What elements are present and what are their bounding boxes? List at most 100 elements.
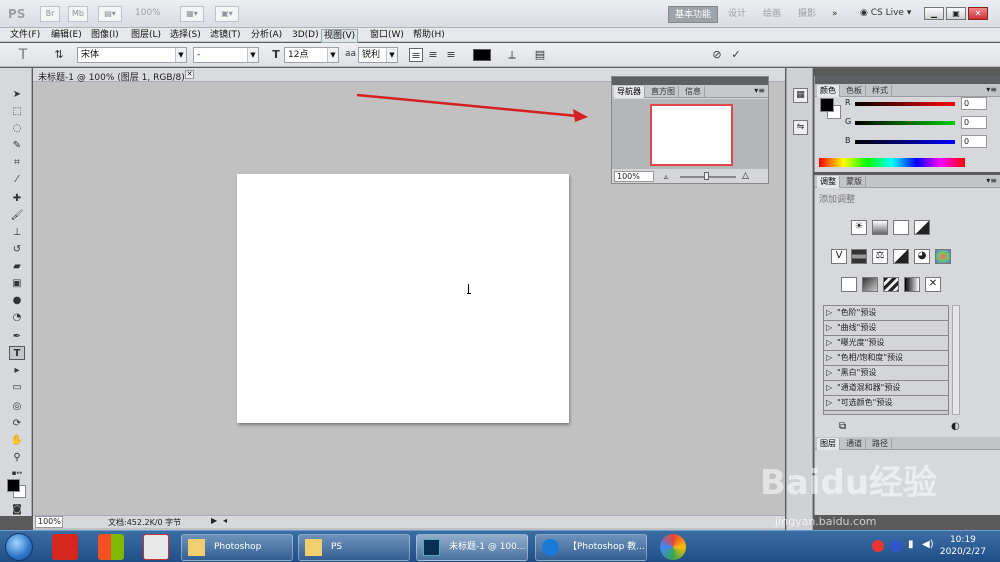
tab-masks[interactable]: 蒙版 [843, 176, 866, 188]
preset-black-white[interactable]: "黑白"预设 [824, 366, 948, 381]
start-button[interactable] [5, 533, 33, 561]
panel-menu-icon[interactable]: ▾≡ [986, 176, 997, 185]
crop-tool-icon[interactable]: ⌗ [9, 156, 25, 170]
view-extras-button[interactable]: ▤▾ [98, 6, 122, 22]
foreground-color-box[interactable] [820, 98, 834, 112]
color-balance-icon[interactable]: ⚖ [872, 249, 888, 264]
navigator-zoom-knob[interactable] [704, 172, 709, 180]
preset-hue-saturation[interactable]: "色相/饱和度"预设 [824, 351, 948, 366]
tab-styles[interactable]: 样式 [869, 85, 892, 97]
menu-analysis[interactable]: 分析(A) [249, 29, 284, 41]
clip-to-layer-icon[interactable]: ⧉ [839, 421, 846, 432]
tab-navigator[interactable]: 导航器 [614, 86, 645, 98]
foreground-color-swatch[interactable] [7, 479, 20, 492]
default-colors-icon[interactable]: ▪↔ [9, 466, 25, 480]
commit-icon[interactable]: ✓ [729, 48, 743, 62]
menu-file[interactable]: 文件(F) [8, 29, 42, 41]
gradient-tool-icon[interactable]: ▣ [9, 277, 25, 291]
vibrance-icon[interactable]: V [831, 249, 847, 264]
text-color-swatch[interactable] [473, 49, 491, 61]
cs-live-button[interactable]: ◉ CS Live ▾ [860, 8, 911, 18]
histogram-panel-icon[interactable]: ⇋ [793, 120, 808, 135]
marquee-tool-icon[interactable]: ⬚ [9, 105, 25, 119]
workspace-painting[interactable]: 绘画 [757, 6, 787, 23]
maximize-button[interactable]: ▣ [946, 7, 966, 20]
preset-levels[interactable]: "色阶"预设 [824, 306, 948, 321]
youdao-icon[interactable] [52, 534, 78, 560]
menu-edit[interactable]: 编辑(E) [49, 29, 84, 41]
green-gradient-bar[interactable] [855, 121, 955, 125]
type-tool-icon[interactable]: T [9, 346, 25, 360]
scroll-left-icon[interactable]: ◂ [223, 516, 227, 525]
screen-mode-button[interactable]: ▣▾ [215, 6, 239, 22]
healing-brush-tool-icon[interactable]: ✚ [9, 192, 25, 206]
eraser-tool-icon[interactable]: ▰ [9, 260, 25, 274]
color-spectrum-ramp[interactable] [819, 158, 965, 167]
taskbar-task-photoshop-app[interactable]: 未标题-1 @ 100... [416, 534, 528, 561]
brightness-icon[interactable]: ☀ [851, 220, 867, 235]
font-family-select[interactable]: 宋体 ▼ [77, 47, 187, 63]
warp-text-icon[interactable]: ⟂ [505, 48, 519, 62]
adjustment-options-icon[interactable]: ◐ [951, 421, 960, 432]
brush-tool-icon[interactable]: 🖌 [9, 209, 25, 223]
blue-gradient-bar[interactable] [855, 140, 955, 144]
threshold-icon[interactable] [883, 277, 899, 292]
panel-header[interactable] [815, 76, 1000, 84]
lasso-tool-icon[interactable]: ◌ [9, 122, 25, 136]
dodge-tool-icon[interactable]: ◔ [9, 311, 25, 325]
shape-tool-icon[interactable]: ▭ [9, 381, 25, 395]
3d-orbit-tool-icon[interactable]: ⟳ [9, 417, 25, 431]
minimize-button[interactable]: ▁ [924, 7, 944, 20]
tab-channels[interactable]: 通道 [843, 438, 866, 450]
red-value-input[interactable]: 0 [961, 97, 987, 110]
anti-alias-select[interactable]: 锐利 ▼ [358, 47, 398, 63]
text-tool-preset-icon[interactable]: T [16, 48, 30, 62]
workspace-design[interactable]: 设计 [722, 6, 752, 23]
invert-icon[interactable] [841, 277, 857, 292]
system-clock[interactable]: 10:19 2020/2/27 [940, 534, 986, 558]
volume-tray-icon[interactable]: ◀) [922, 539, 934, 550]
tab-info[interactable]: 信息 [682, 86, 705, 98]
preset-channel-mixer[interactable]: "通道混和器"预设 [824, 381, 948, 396]
font-style-select[interactable]: - ▼ [193, 47, 259, 63]
align-center-icon[interactable]: ≡ [426, 48, 440, 62]
blue-value-input[interactable]: 0 [961, 135, 987, 148]
arrange-documents-button[interactable]: ▦▾ [180, 6, 204, 22]
preset-exposure[interactable]: "曝光度"预设 [824, 336, 948, 351]
red-gradient-bar[interactable] [855, 102, 955, 106]
align-left-icon[interactable]: ≡ [409, 48, 423, 62]
history-brush-tool-icon[interactable]: ↺ [9, 243, 25, 257]
bridge-button[interactable]: Br [40, 6, 60, 22]
path-select-tool-icon[interactable]: ▸ [9, 364, 25, 378]
levels-icon[interactable] [872, 220, 888, 235]
mini-bridge-button[interactable]: Mb [68, 6, 88, 22]
gradient-map-icon[interactable] [904, 277, 920, 292]
tab-paths[interactable]: 路径 [869, 438, 892, 450]
panel-header[interactable] [612, 77, 768, 85]
menu-3d[interactable]: 3D(D) [290, 29, 321, 41]
panel-menu-icon[interactable]: ▾≡ [754, 86, 765, 95]
network-tray-icon[interactable]: ▮ [908, 539, 914, 550]
menu-filter[interactable]: 滤镜(T) [208, 29, 243, 41]
close-icon[interactable]: ✕ [185, 70, 194, 79]
toggle-orientation-icon[interactable]: ⇅ [52, 48, 66, 62]
curves-icon[interactable] [893, 220, 909, 235]
exposure-icon[interactable] [914, 220, 930, 235]
workspace-more[interactable]: » [826, 6, 844, 23]
eyedropper-tool-icon[interactable]: ⁄ [9, 173, 25, 187]
zoom-level-dropdown[interactable]: 100% [135, 8, 161, 18]
navigator-panel-icon[interactable]: ▦ [793, 88, 808, 103]
menu-window[interactable]: 窗口(W) [368, 29, 406, 41]
move-tool-icon[interactable]: ➤ [9, 88, 25, 102]
quick-select-tool-icon[interactable]: ✎ [9, 139, 25, 153]
navigator-view-box[interactable] [650, 104, 733, 166]
font-size-select[interactable]: 12点 ▼ [284, 47, 339, 63]
pen-tool-icon[interactable]: ✒ [9, 330, 25, 344]
preset-selective-color[interactable]: "可选颜色"预设 [824, 396, 948, 411]
workspace-photography[interactable]: 摄影 [792, 6, 822, 23]
hand-tool-icon[interactable]: ✋ [9, 434, 25, 448]
preset-curves[interactable]: "曲线"预设 [824, 321, 948, 336]
posterize-icon[interactable] [862, 277, 878, 292]
zoom-in-icon[interactable]: △ [742, 171, 749, 181]
navigator-preview[interactable] [612, 99, 768, 169]
